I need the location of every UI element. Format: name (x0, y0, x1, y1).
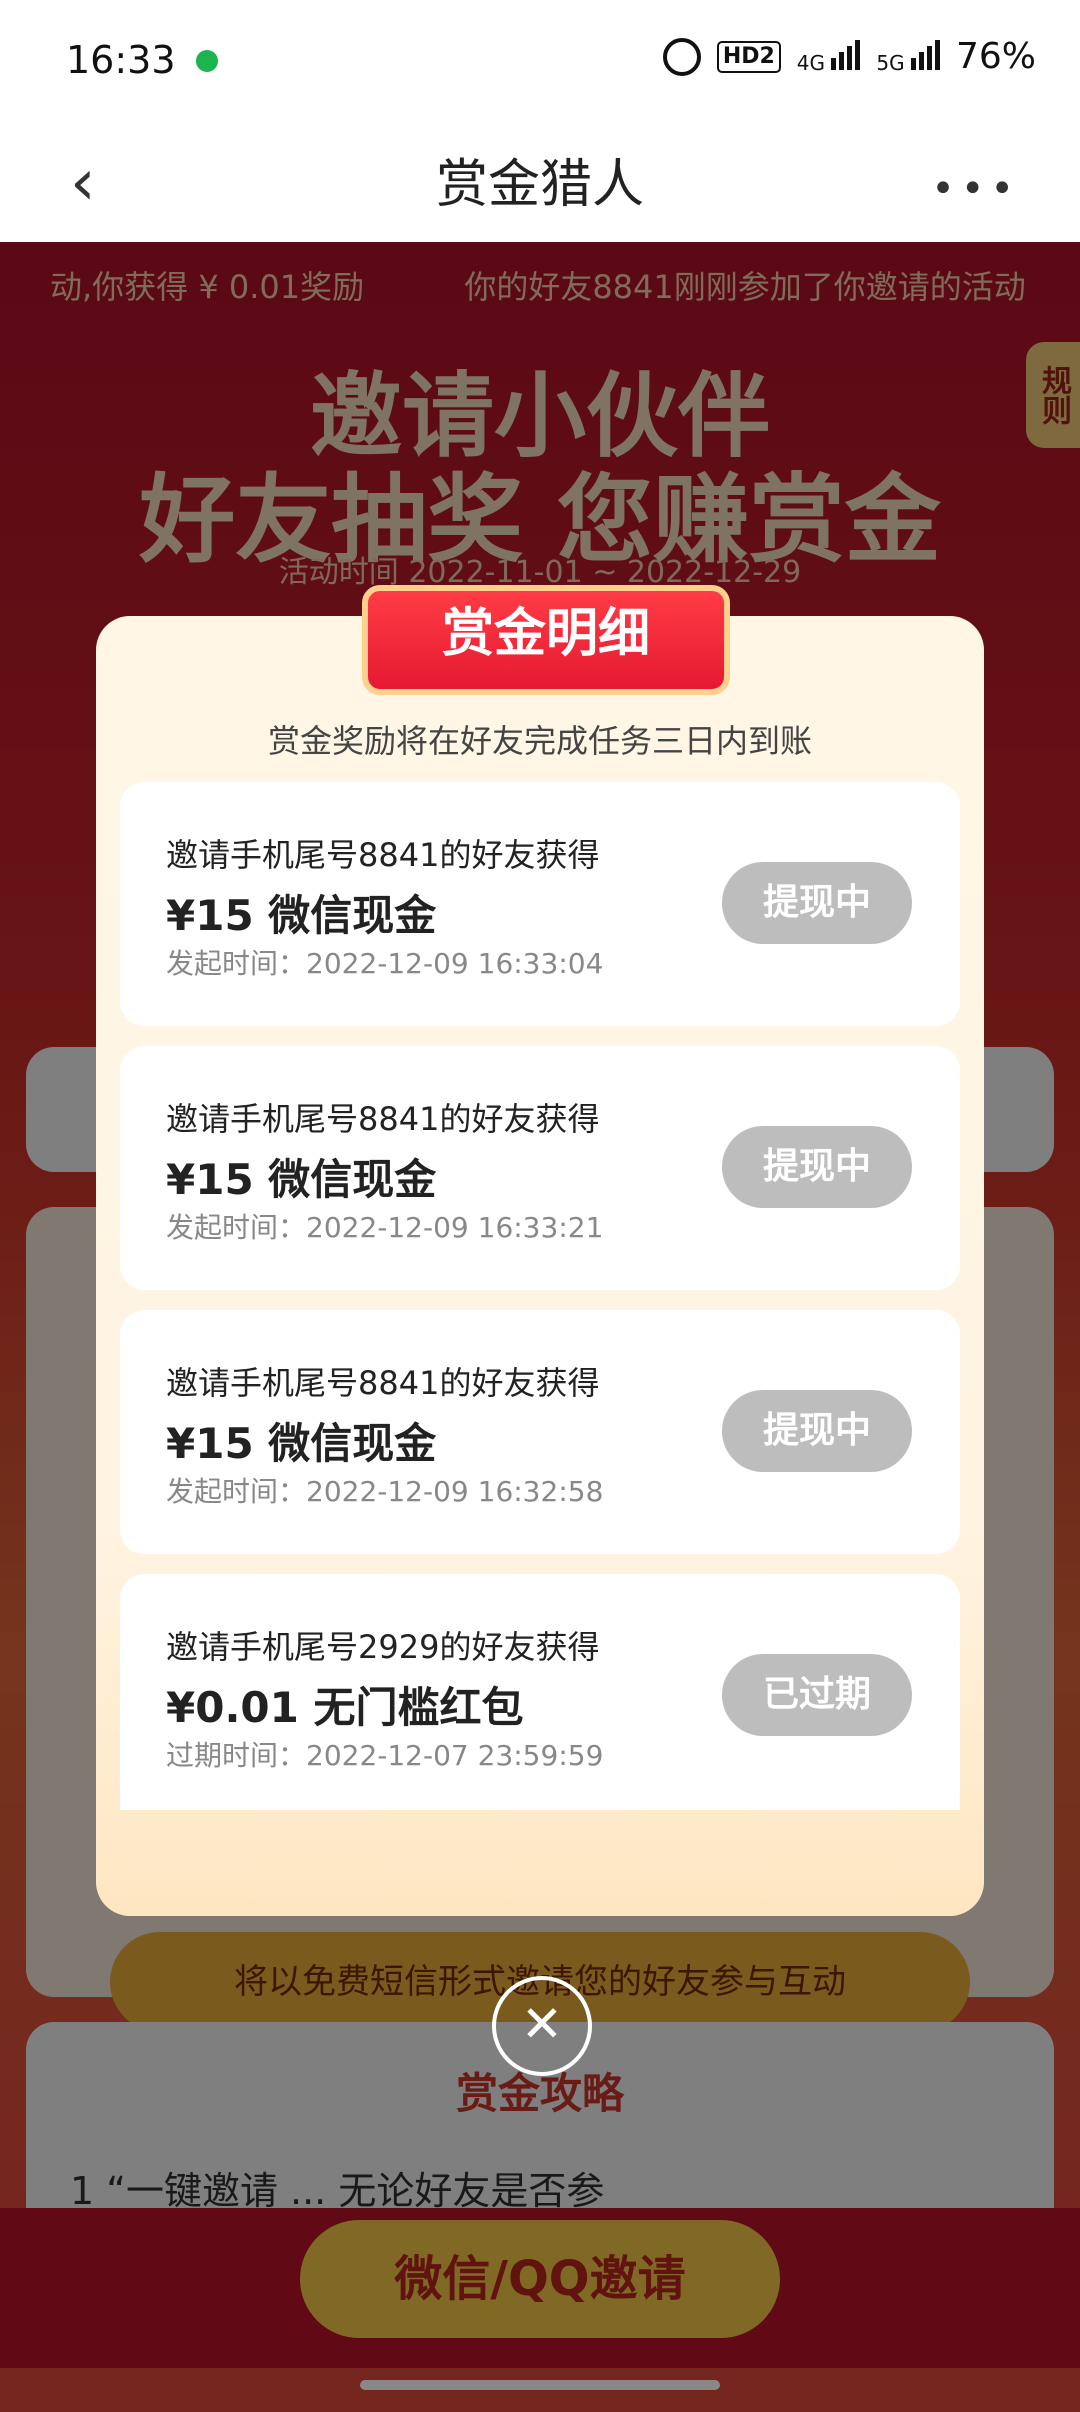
page-title: 赏金猎人 (435, 155, 644, 215)
withdraw-status-button[interactable]: 提现中 (722, 1390, 912, 1472)
expired-status-button[interactable]: 已过期 (722, 1654, 912, 1736)
reward-time: 发起时间：2022-12-09 16:32:58 (166, 1475, 604, 1508)
hd-icon: HD2 (716, 40, 781, 73)
reward-desc: 邀请手机尾号8841的好友获得 (166, 836, 600, 874)
reward-time: 发起时间：2022-12-09 16:33:04 (166, 947, 604, 980)
reward-item: 邀请手机尾号2929的好友获得 ¥0.01 无门槛红包 过期时间：2022-12… (120, 1574, 960, 1810)
reward-time: 过期时间：2022-12-07 23:59:59 (166, 1739, 604, 1772)
reward-time: 发起时间：2022-12-09 16:33:21 (166, 1211, 604, 1244)
battery-percent: 76% (955, 36, 1036, 77)
withdraw-status-button[interactable]: 提现中 (722, 862, 912, 944)
reward-item: 邀请手机尾号8841的好友获得 ¥15 微信现金 发起时间：2022-12-09… (120, 1046, 960, 1290)
close-icon[interactable]: ✕ (492, 1976, 592, 2076)
reward-detail-modal: 赏金奖励将在好友完成任务三日内到账 邀请手机尾号8841的好友获得 ¥15 微信… (96, 616, 984, 1916)
status-bar: 16:33 HD2 4G 5G 76% (0, 0, 1080, 120)
status-indicators: HD2 4G 5G 76% (662, 36, 1036, 77)
modal-title-badge: 赏金明细 (362, 585, 730, 695)
reward-amount: ¥15 微信现金 (166, 891, 437, 940)
reward-item: 邀请手机尾号8841的好友获得 ¥15 微信现金 发起时间：2022-12-09… (120, 1310, 960, 1554)
alarm-icon (662, 37, 701, 76)
reward-amount: ¥15 微信现金 (166, 1155, 437, 1204)
reward-amount: ¥0.01 无门槛红包 (166, 1683, 524, 1732)
reward-desc: 邀请手机尾号8841的好友获得 (166, 1100, 600, 1138)
signal-4g-icon: 4G (797, 38, 861, 75)
withdraw-status-button[interactable]: 提现中 (722, 1126, 912, 1208)
status-time: 16:33 (66, 38, 176, 82)
home-indicator[interactable] (360, 2380, 720, 2390)
message-icon (196, 50, 218, 72)
more-dots-icon[interactable]: ••• (931, 166, 1020, 212)
app-header: ‹ 赏金猎人 ••• (0, 120, 1080, 242)
modal-subtitle: 赏金奖励将在好友完成任务三日内到账 (267, 722, 812, 760)
reward-desc: 邀请手机尾号8841的好友获得 (166, 1364, 600, 1402)
reward-amount: ¥15 微信现金 (166, 1419, 437, 1468)
reward-item: 邀请手机尾号8841的好友获得 ¥15 微信现金 发起时间：2022-12-09… (120, 782, 960, 1026)
signal-5g-icon: 5G (876, 38, 940, 75)
reward-desc: 邀请手机尾号2929的好友获得 (166, 1628, 600, 1666)
